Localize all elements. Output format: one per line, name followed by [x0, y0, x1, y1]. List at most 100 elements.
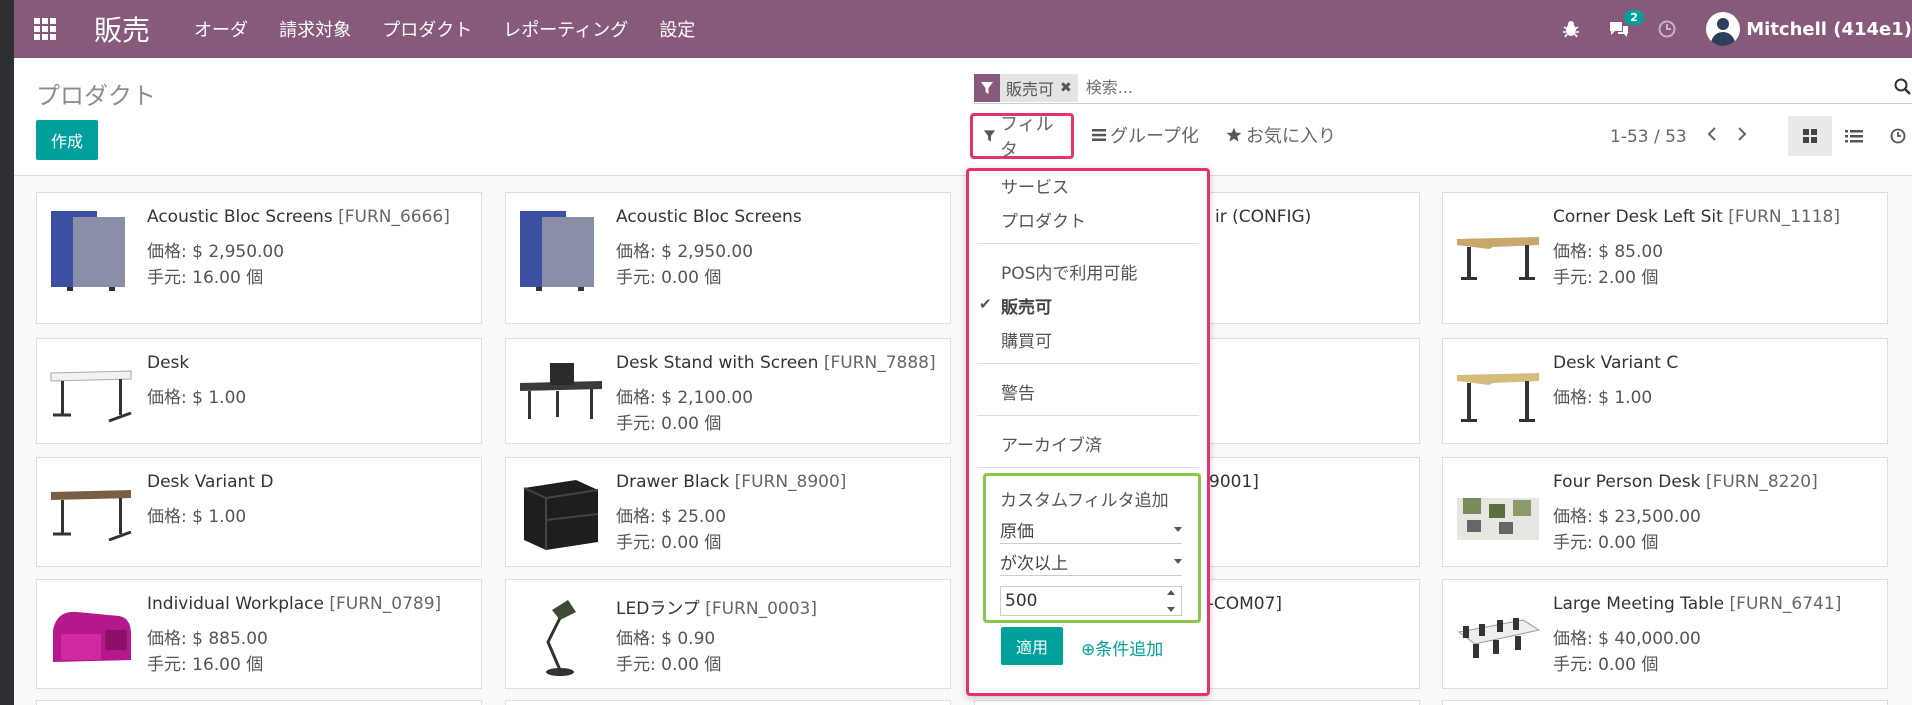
- apps-menu-button[interactable]: [14, 0, 76, 58]
- star-icon: [1226, 127, 1242, 143]
- field-select[interactable]: 原価: [1000, 516, 1182, 544]
- activity-clock-icon[interactable]: [1658, 20, 1676, 38]
- user-menu[interactable]: Mitchell (414e1): [1706, 12, 1912, 46]
- product-price: 価格: $ 2,950.00: [147, 242, 285, 262]
- product-card[interactable]: Acoustic Bloc Screens [FURN_6666] 価格: $ …: [36, 192, 482, 324]
- group-by-label: グループ化: [1110, 126, 1199, 147]
- menu-to-invoice[interactable]: 請求対象: [279, 20, 351, 41]
- menu-settings[interactable]: 設定: [659, 20, 695, 41]
- spin-up-icon[interactable]: [1167, 590, 1175, 595]
- plus-circle-icon: ⊕: [1081, 640, 1096, 660]
- filter-option-archived[interactable]: アーカイブ済: [1001, 431, 1102, 456]
- filter-option-product[interactable]: プロダクト: [1001, 207, 1086, 232]
- product-price: 価格: $ 40,000.00: [1553, 629, 1701, 649]
- add-condition-link[interactable]: ⊕条件追加: [1081, 635, 1163, 660]
- product-image: [1453, 468, 1543, 558]
- chat-icon[interactable]: 2: [1608, 10, 1644, 38]
- divider: [977, 243, 1199, 244]
- top-navbar: 販売 オーダ 請求対象 プロダクト レポーティング 設定 2 Mitchell …: [14, 0, 1912, 58]
- number-spinner[interactable]: [1164, 590, 1178, 612]
- menu-orders[interactable]: オーダ: [194, 20, 248, 41]
- product-onhand: 手元: 16.00 個: [147, 655, 264, 675]
- product-card[interactable]: Acoustic Bloc Screens 価格: $ 2,950.00 手元:…: [505, 192, 951, 324]
- filter-option-service[interactable]: サービス: [1001, 173, 1069, 198]
- product-ref: [FURN_6741]: [1724, 594, 1842, 614]
- product-card[interactable]: Desk 価格: $ 1.00: [36, 338, 482, 444]
- product-name: Desk: [147, 353, 190, 373]
- filter-option-can-be-purchased[interactable]: 購買可: [1001, 327, 1052, 352]
- favorites-button[interactable]: お気に入り: [1226, 116, 1336, 154]
- product-image: [47, 349, 137, 439]
- product-onhand: 手元: 0.00 個: [1553, 533, 1659, 553]
- product-card[interactable]: Corner Desk Left Sit [FURN_1118] 価格: $ 8…: [1442, 192, 1888, 324]
- product-card[interactable]: [36, 700, 482, 705]
- product-image: [1453, 203, 1543, 293]
- spin-down-icon[interactable]: [1167, 607, 1175, 612]
- chevron-down-icon: [1174, 527, 1182, 532]
- operator-select[interactable]: が次以上: [1000, 548, 1182, 576]
- menu-reporting[interactable]: レポーティング: [503, 20, 628, 41]
- product-onhand: 手元: 0.00 個: [616, 268, 722, 288]
- pager-prev-icon[interactable]: [1707, 126, 1717, 147]
- add-condition-label: 条件追加: [1095, 640, 1164, 660]
- product-card[interactable]: Four Person Desk [FURN_8220] 価格: $ 23,50…: [1442, 457, 1888, 567]
- field-select-value: 原価: [1000, 522, 1034, 542]
- filter-button[interactable]: フィルタ: [970, 113, 1074, 161]
- app-name: 販売: [94, 14, 151, 47]
- product-card[interactable]: Large Meeting Table [FURN_6741] 価格: $ 40…: [1442, 579, 1888, 689]
- product-card[interactable]: Desk Variant C 価格: $ 1.00: [1442, 338, 1888, 444]
- product-name: Acoustic Bloc Screens: [147, 207, 333, 227]
- kanban-view-icon[interactable]: [1788, 116, 1832, 156]
- product-price: 価格: $ 2,100.00: [616, 388, 754, 408]
- product-price: 価格: $ 23,500.00: [1553, 507, 1701, 527]
- list-bars-icon: [1092, 128, 1106, 142]
- control-panel: プロダクト 作成 販売可 ✖ フィルタ グループ化 お気に入り 1-: [14, 58, 1912, 176]
- product-onhand: 手元: 2.00 個: [1553, 268, 1659, 288]
- product-onhand: 手元: 0.00 個: [1553, 655, 1659, 675]
- facet-remove-icon[interactable]: ✖: [1060, 80, 1078, 96]
- custom-filter-title[interactable]: カスタムフィルタ追加: [1000, 486, 1169, 511]
- chevron-down-icon: [1174, 559, 1182, 564]
- activity-view-icon[interactable]: [1876, 116, 1912, 156]
- product-card[interactable]: Desk Variant D 価格: $ 1.00: [36, 457, 482, 567]
- chat-count-badge: 2: [1624, 10, 1644, 25]
- check-icon: ✔: [979, 295, 992, 313]
- group-by-button[interactable]: グループ化: [1092, 116, 1199, 154]
- search-input[interactable]: [1085, 78, 1786, 97]
- product-card[interactable]: Individual Workplace [FURN_0789] 価格: $ 8…: [36, 579, 482, 689]
- value-input[interactable]: [1000, 586, 1182, 616]
- pager-value[interactable]: 1-53 / 53: [1610, 127, 1687, 147]
- facet-value: 販売可: [1006, 79, 1055, 99]
- create-button[interactable]: 作成: [36, 120, 98, 160]
- main-menu: オーダ 請求対象 プロダクト レポーティング 設定: [194, 16, 721, 42]
- product-card[interactable]: LEDランプ [FURN_0003] 価格: $ 0.90 手元: 0.00 個: [505, 579, 951, 689]
- apply-button[interactable]: 適用: [1001, 627, 1063, 665]
- divider: [977, 467, 1199, 468]
- product-card[interactable]: [1442, 700, 1888, 705]
- avatar: [1706, 12, 1741, 46]
- product-image: [1453, 349, 1543, 439]
- list-view-icon[interactable]: [1832, 116, 1876, 156]
- funnel-icon: [974, 73, 1000, 102]
- debug-bug-icon[interactable]: [1562, 20, 1580, 38]
- product-card[interactable]: Desk Stand with Screen [FURN_7888] 価格: $…: [505, 338, 951, 444]
- product-card[interactable]: Drawer Black [FURN_8900] 価格: $ 25.00 手元:…: [505, 457, 951, 567]
- filter-option-can-be-sold[interactable]: 販売可: [1001, 293, 1052, 318]
- product-price: 価格: $ 25.00: [616, 507, 727, 527]
- product-price: 価格: $ 885.00: [147, 629, 268, 649]
- search-icon[interactable]: [1894, 78, 1912, 100]
- product-card[interactable]: [505, 700, 951, 705]
- product-name: Corner Desk Left Sit: [1553, 207, 1723, 227]
- favorites-label: お気に入り: [1246, 126, 1336, 147]
- filter-option-warning[interactable]: 警告: [1001, 379, 1035, 404]
- pager-next-icon[interactable]: [1737, 126, 1747, 147]
- product-image: [516, 349, 606, 439]
- divider: [977, 363, 1199, 364]
- filter-dropdown: サービス プロダクト POS内で利用可能 ✔ 販売可 購買可 警告 アーカイブ済…: [966, 168, 1210, 696]
- filter-label: フィルタ: [1000, 114, 1054, 161]
- apps-grid-icon: [34, 18, 56, 40]
- menu-products[interactable]: プロダクト: [382, 20, 472, 41]
- product-image: [516, 203, 606, 293]
- filter-option-pos-available[interactable]: POS内で利用可能: [1001, 259, 1137, 284]
- product-card[interactable]: [974, 700, 1420, 705]
